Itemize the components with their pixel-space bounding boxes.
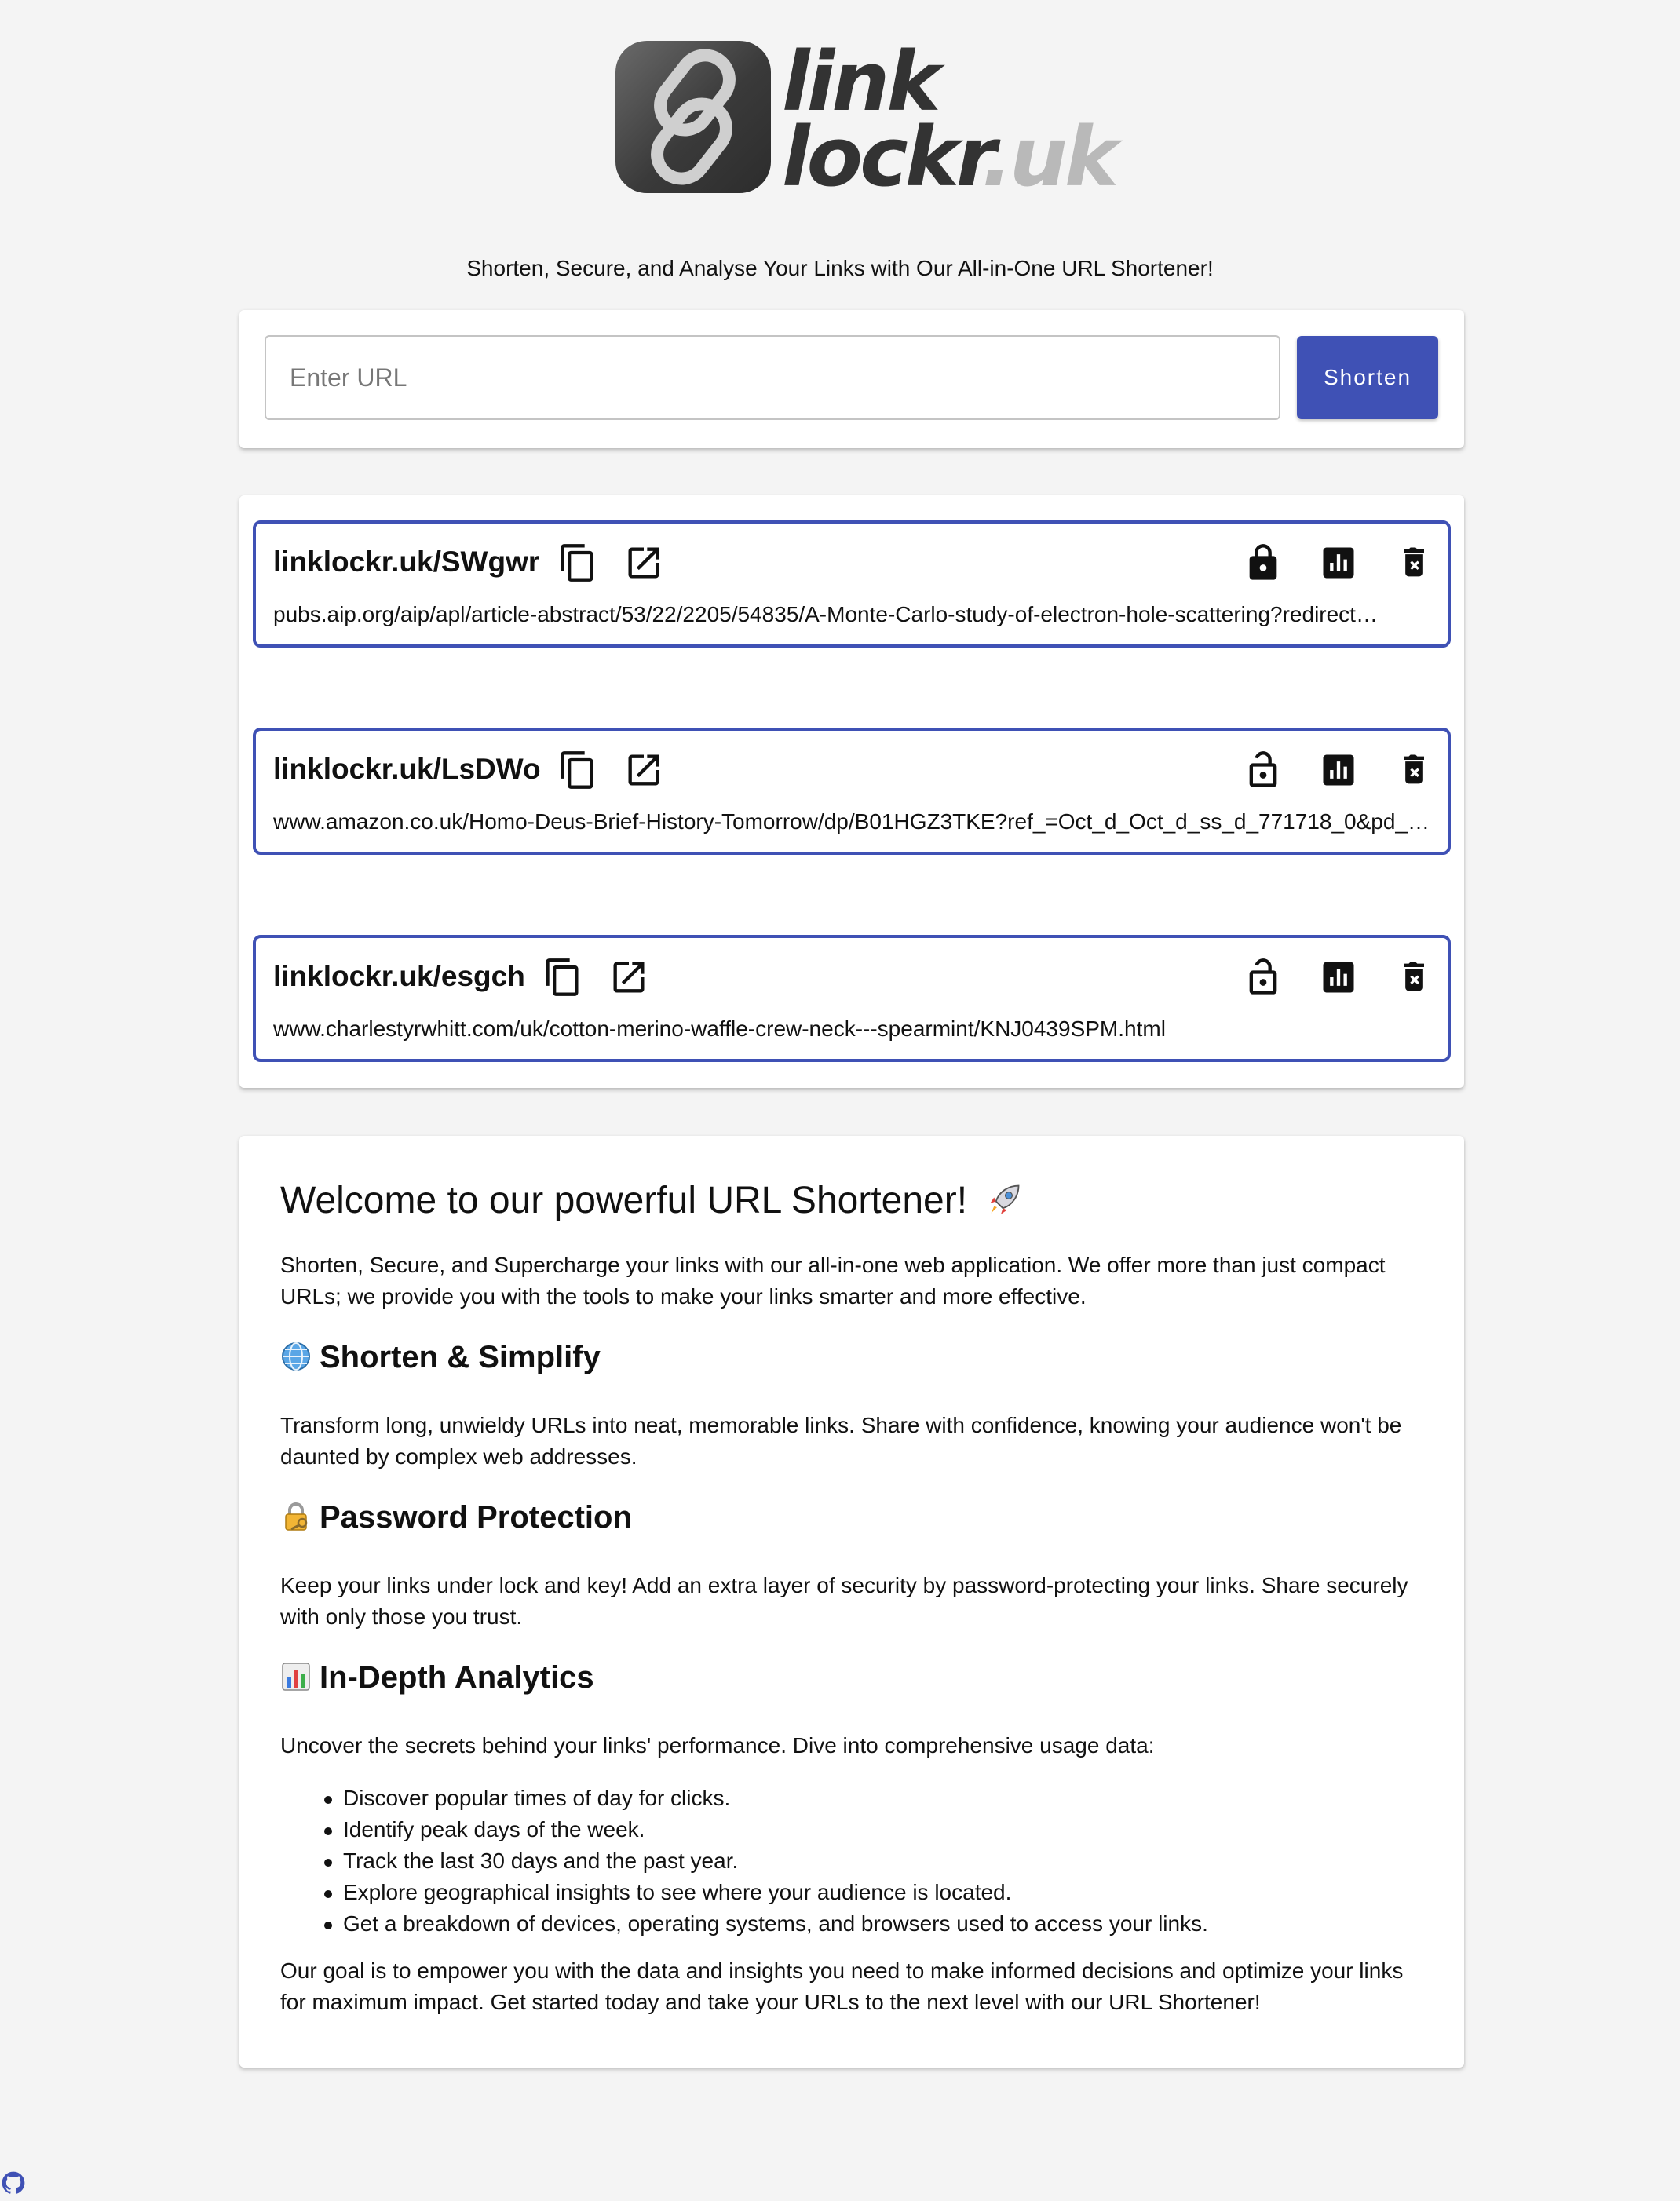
info-closing: Our goal is to empower you with the data… — [280, 1958, 1404, 2014]
link-item: linklockr.uk/esgch www.charlestyrwhitt.c… — [253, 935, 1451, 1062]
logo-word-lockr-text: lockr — [782, 109, 984, 205]
github-icon[interactable] — [2, 2171, 25, 2195]
long-url: www.charlestyrwhitt.com/uk/cotton-merino… — [273, 1017, 1166, 1041]
analytics-feature-list: Discover popular times of day for clicks… — [280, 1783, 1208, 1940]
links-list: linklockr.uk/SWgwr pubs.aip.org/aip/apl/… — [239, 495, 1464, 1088]
rocket-icon — [990, 1184, 1020, 1214]
info-title-text: Welcome to our powerful URL Shortener! — [280, 1180, 968, 1221]
short-url[interactable]: linklockr.uk/SWgwr — [273, 546, 539, 579]
list-item: Get a breakdown of devices, operating sy… — [280, 1908, 1208, 1940]
long-url: www.amazon.co.uk/Homo-Deus-Brief-History… — [273, 809, 1430, 834]
info-section: Welcome to our powerful URL Shortener! S… — [239, 1136, 1464, 2068]
open-in-new-icon[interactable] — [623, 750, 664, 790]
tagline: Shorten, Secure, and Analyse Your Links … — [466, 256, 1214, 280]
section-text-analytics: Uncover the secrets behind your links' p… — [280, 1733, 1155, 1758]
lock-open-icon[interactable] — [1243, 750, 1284, 790]
list-item: Identify peak days of the week. — [280, 1814, 1208, 1845]
section-heading-password-text: Password Protection — [320, 1500, 632, 1535]
copy-icon[interactable] — [557, 750, 598, 790]
info-title: Welcome to our powerful URL Shortener! — [280, 1179, 1032, 1222]
copy-icon[interactable] — [542, 957, 583, 998]
logo-word-lockr: lockr.uk — [782, 116, 1119, 198]
section-heading-password: Password Protection — [280, 1500, 632, 1535]
delete-icon[interactable] — [1393, 957, 1434, 998]
long-url: pubs.aip.org/aip/apl/article-abstract/53… — [273, 602, 1378, 626]
delete-icon[interactable] — [1393, 750, 1434, 790]
short-url[interactable]: linklockr.uk/esgch — [273, 960, 525, 993]
shorten-button[interactable]: Shorten — [1297, 336, 1438, 419]
list-item: Explore geographical insights to see whe… — [280, 1877, 1208, 1908]
logo-tld: .uk — [981, 109, 1119, 205]
open-in-new-icon[interactable] — [623, 542, 664, 583]
delete-icon[interactable] — [1393, 542, 1434, 583]
section-heading-shorten-text: Shorten & Simplify — [320, 1340, 601, 1374]
section-heading-shorten: Shorten & Simplify — [280, 1340, 601, 1375]
short-url[interactable]: linklockr.uk/LsDWo — [273, 753, 541, 786]
lock-icon[interactable] — [1243, 542, 1284, 583]
section-text-password: Keep your links under lock and key! Add … — [280, 1573, 1408, 1629]
analytics-icon[interactable] — [1318, 750, 1359, 790]
chain-link-icon — [615, 41, 771, 193]
shorten-form: Shorten — [239, 310, 1464, 448]
link-item: linklockr.uk/LsDWo www.amazon.co.uk/Homo… — [253, 728, 1451, 855]
list-item: Discover popular times of day for clicks… — [280, 1783, 1208, 1814]
info-intro: Shorten, Secure, and Supercharge your li… — [280, 1253, 1386, 1309]
lock-open-icon[interactable] — [1243, 957, 1284, 998]
open-in-new-icon[interactable] — [608, 957, 649, 998]
link-item: linklockr.uk/SWgwr pubs.aip.org/aip/apl/… — [253, 520, 1451, 648]
globe-icon — [282, 1342, 310, 1371]
logo: link lockr.uk — [615, 41, 1119, 198]
analytics-icon[interactable] — [1318, 957, 1359, 998]
section-heading-analytics: In-Depth Analytics — [280, 1660, 594, 1695]
section-heading-analytics-text: In-Depth Analytics — [320, 1660, 594, 1695]
copy-icon[interactable] — [557, 542, 598, 583]
list-item: Track the last 30 days and the past year… — [280, 1845, 1208, 1877]
locked-with-key-icon — [285, 1502, 308, 1531]
analytics-icon[interactable] — [1318, 542, 1359, 583]
bar-chart-icon — [282, 1663, 310, 1691]
section-text-shorten: Transform long, unwieldy URLs into neat,… — [280, 1413, 1402, 1469]
url-input[interactable] — [265, 335, 1280, 420]
